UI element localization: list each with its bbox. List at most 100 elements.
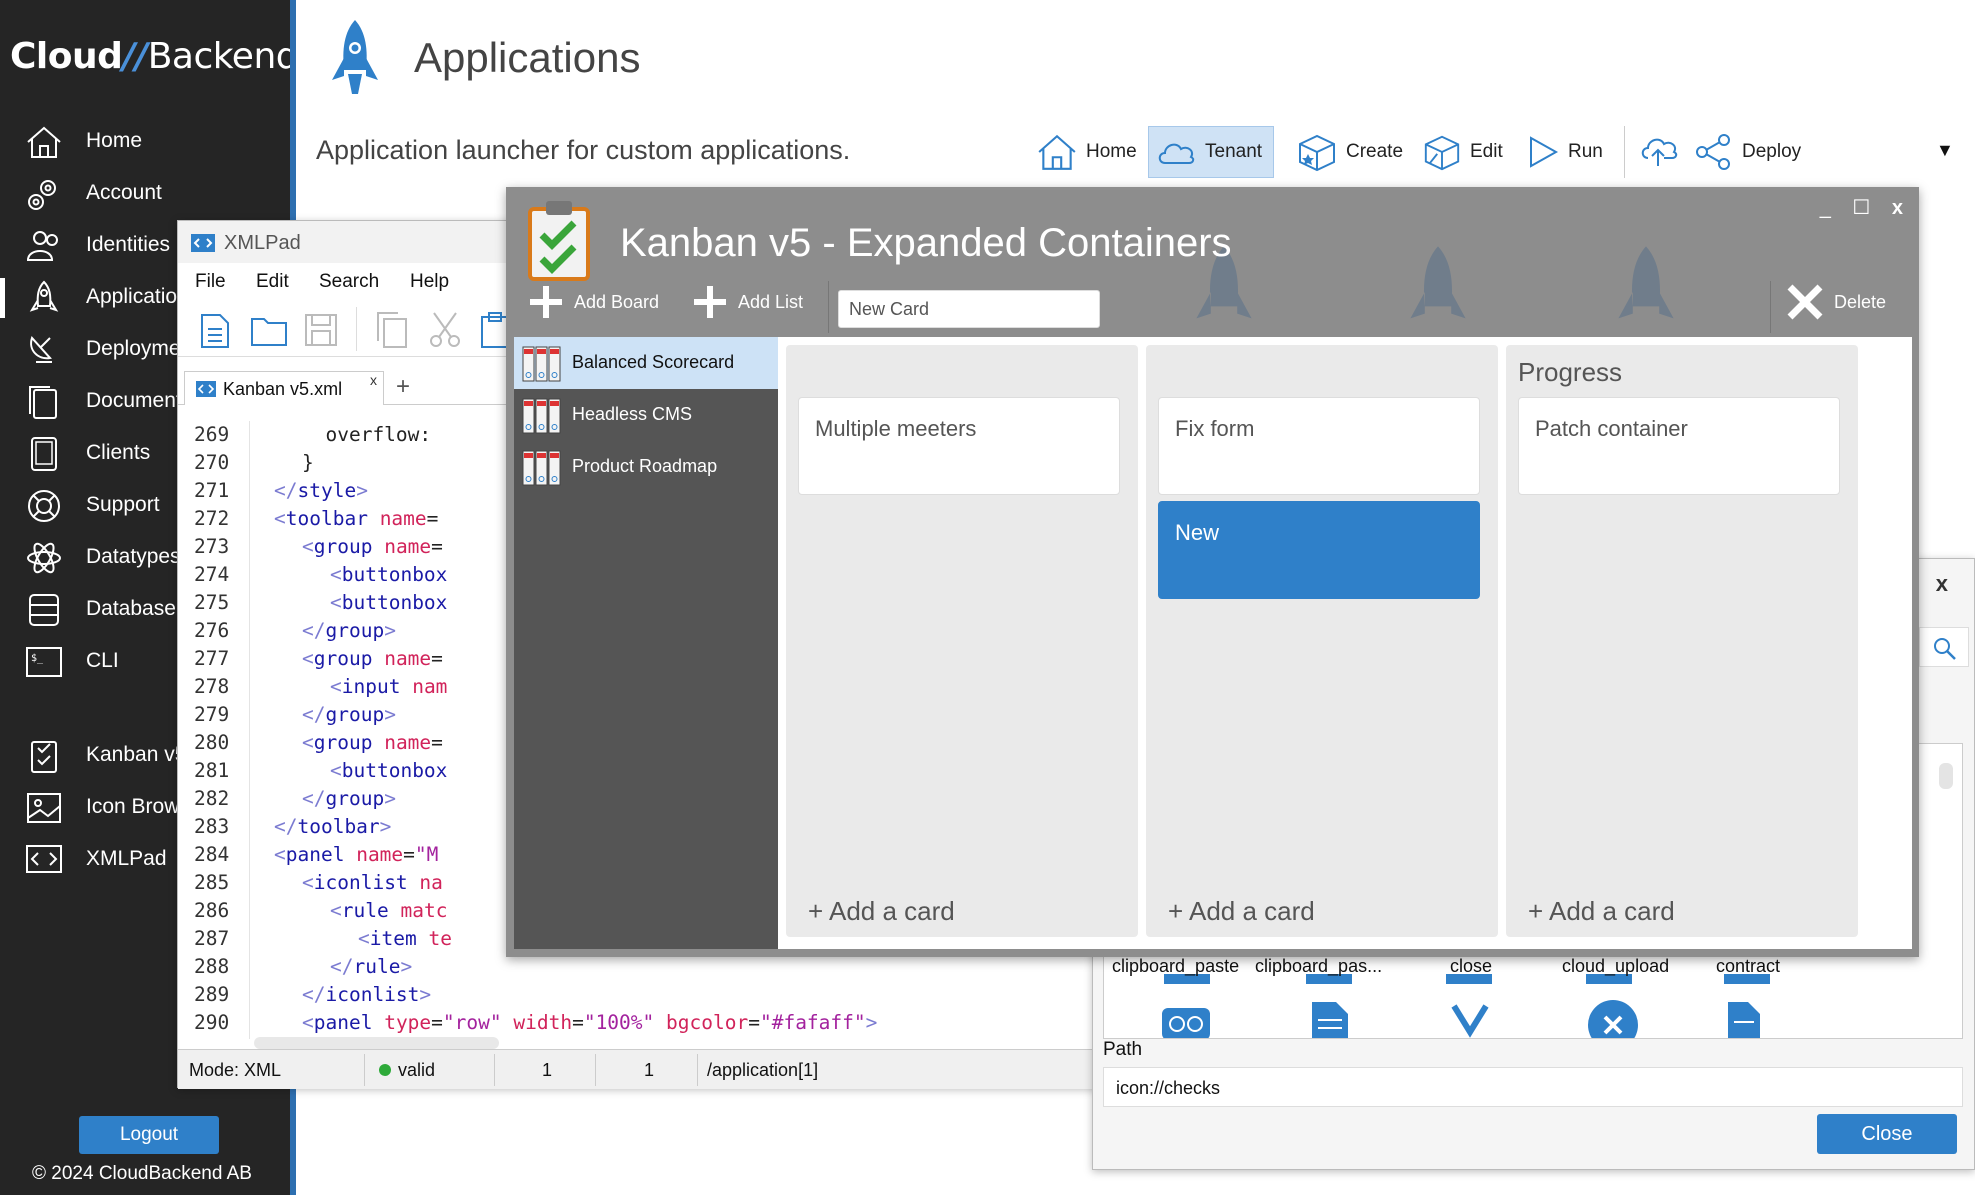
toolbar-edit-button[interactable]: Edit (1422, 126, 1506, 178)
tab-close-icon[interactable]: x (370, 372, 377, 388)
copy-icon[interactable] (374, 311, 410, 349)
code-token: na (419, 871, 443, 894)
code-token: </ (330, 955, 354, 978)
status-mode: Mode: XML (189, 1060, 282, 1080)
sidebar-item-label: Support (86, 493, 160, 516)
code-text: <iconlist na (302, 869, 443, 897)
toolbar-separator (356, 307, 357, 351)
board-item-headless-cms[interactable]: Headless CMS (514, 389, 778, 441)
minimize-icon[interactable]: _ (1820, 197, 1831, 219)
search-button[interactable] (1919, 627, 1969, 667)
toolbar-create-button[interactable]: Create (1296, 126, 1408, 178)
valid-status-dot-icon (379, 1064, 391, 1076)
status-separator (697, 1054, 698, 1086)
close-circle-icon[interactable] (1586, 998, 1640, 1039)
code-text: </toolbar> (274, 813, 391, 841)
add-card-link[interactable]: + Add a card (1528, 896, 1675, 927)
status-separator (494, 1054, 495, 1086)
delete-button[interactable]: Delete (1786, 283, 1886, 321)
maximize-icon[interactable]: ☐ (1852, 197, 1870, 219)
sidebar-item-label: XMLPad (86, 847, 167, 870)
save-icon[interactable] (304, 313, 338, 347)
close-icon[interactable]: x (1892, 197, 1903, 219)
new-card-input[interactable]: New Card (838, 290, 1100, 328)
line-number: 278 (194, 675, 230, 698)
line-number: 286 (194, 899, 230, 922)
add-board-button[interactable]: Add Board (528, 283, 659, 321)
code-token: < (302, 647, 314, 670)
sidebar-item-home[interactable]: Home (0, 116, 290, 166)
toolbar-run-button[interactable]: Run (1526, 126, 1610, 178)
code-text: <panel name="M (274, 841, 438, 869)
box-star-icon (1299, 134, 1335, 172)
toolbar-home-button[interactable]: Home (1036, 126, 1142, 178)
card-title: New (1175, 520, 1220, 545)
board-list: Balanced Scorecard Headless CMS Product … (514, 337, 778, 949)
menu-file[interactable]: File (195, 271, 226, 293)
add-card-link[interactable]: + Add a card (808, 896, 955, 927)
horizontal-scrollbar[interactable] (254, 1037, 499, 1049)
menu-search[interactable]: Search (319, 271, 379, 293)
menu-edit[interactable]: Edit (256, 271, 289, 293)
open-folder-icon[interactable] (250, 313, 288, 347)
list-title: Progress (1518, 357, 1623, 387)
line-number: 283 (194, 815, 230, 838)
code-token: name (356, 843, 404, 866)
brand-part-cloud: Cloud (10, 36, 123, 77)
board-item-balanced-scorecard[interactable]: Balanced Scorecard (514, 337, 778, 389)
document-edit-icon[interactable] (1724, 998, 1764, 1039)
add-tab-button[interactable]: + (396, 373, 410, 401)
code-token: toolbar (285, 507, 368, 530)
code-token: < (330, 759, 342, 782)
icon-label: clipboard_pas... (1255, 956, 1383, 976)
code-token: < (330, 675, 342, 698)
code-text: <group name= (302, 729, 443, 757)
plus-icon (530, 286, 562, 318)
cloud-icon (1158, 143, 1195, 164)
kanban-card[interactable]: Multiple meeters (798, 397, 1120, 495)
database-icon (29, 594, 59, 626)
brand-part-backend: Backend (147, 36, 299, 77)
toolbar-more-dropdown[interactable]: ▼ (1936, 140, 1954, 161)
brand-logo[interactable]: Cloud//Backend (10, 36, 299, 77)
close-button[interactable]: Close (1817, 1114, 1957, 1154)
sidebar-item-account[interactable]: Account (0, 168, 290, 218)
code-token: </ (302, 787, 326, 810)
toolbar-deploy-button[interactable]: Deploy (1692, 126, 1812, 178)
sidebar-item-label: Database (86, 597, 176, 620)
box-edit-icon (1424, 135, 1460, 171)
toolbar-run-label: Run (1568, 141, 1603, 162)
kanban-card[interactable]: Patch container (1518, 397, 1840, 495)
code-text: <input nam (330, 673, 447, 701)
add-card-link[interactable]: + Add a card (1168, 896, 1315, 927)
menu-help[interactable]: Help (410, 271, 449, 293)
dialog-close-icon[interactable]: x (1936, 571, 1948, 597)
add-list-button[interactable]: Add List (692, 283, 803, 321)
code-token: > (384, 787, 396, 810)
search-icon (1934, 638, 1956, 660)
code-text: <buttonbox (330, 589, 447, 617)
checkmark-icon[interactable] (1450, 1000, 1490, 1039)
toolbar-tenant-button[interactable]: Tenant (1148, 126, 1274, 178)
new-file-icon[interactable] (198, 311, 232, 349)
dashboard-icon[interactable] (1160, 1002, 1212, 1039)
tab-kanban-xml[interactable]: Kanban v5.xml x (184, 371, 384, 405)
document-list-icon[interactable] (1306, 998, 1354, 1039)
code-token: </ (274, 479, 298, 502)
path-field[interactable]: icon://checks (1103, 1067, 1963, 1107)
icon-grid-scrollbar[interactable] (1939, 763, 1953, 789)
code-token: bgcolor (666, 1011, 749, 1034)
board-item-product-roadmap[interactable]: Product Roadmap (514, 441, 778, 493)
kanban-card[interactable]: Fix form (1158, 397, 1480, 495)
logout-button[interactable]: Logout (79, 1116, 219, 1154)
window-controls: _ ☐ x (1804, 195, 1903, 220)
toolbar-upload-button[interactable] (1638, 130, 1682, 174)
code-token: group (325, 787, 385, 810)
kanban-card-new[interactable]: New (1158, 501, 1480, 599)
code-token: </ (302, 619, 326, 642)
cut-icon[interactable] (428, 311, 462, 349)
code-token: toolbar (297, 815, 380, 838)
sidebar-item-label: Identities (86, 233, 171, 256)
toolbar-separator (1770, 281, 1771, 333)
